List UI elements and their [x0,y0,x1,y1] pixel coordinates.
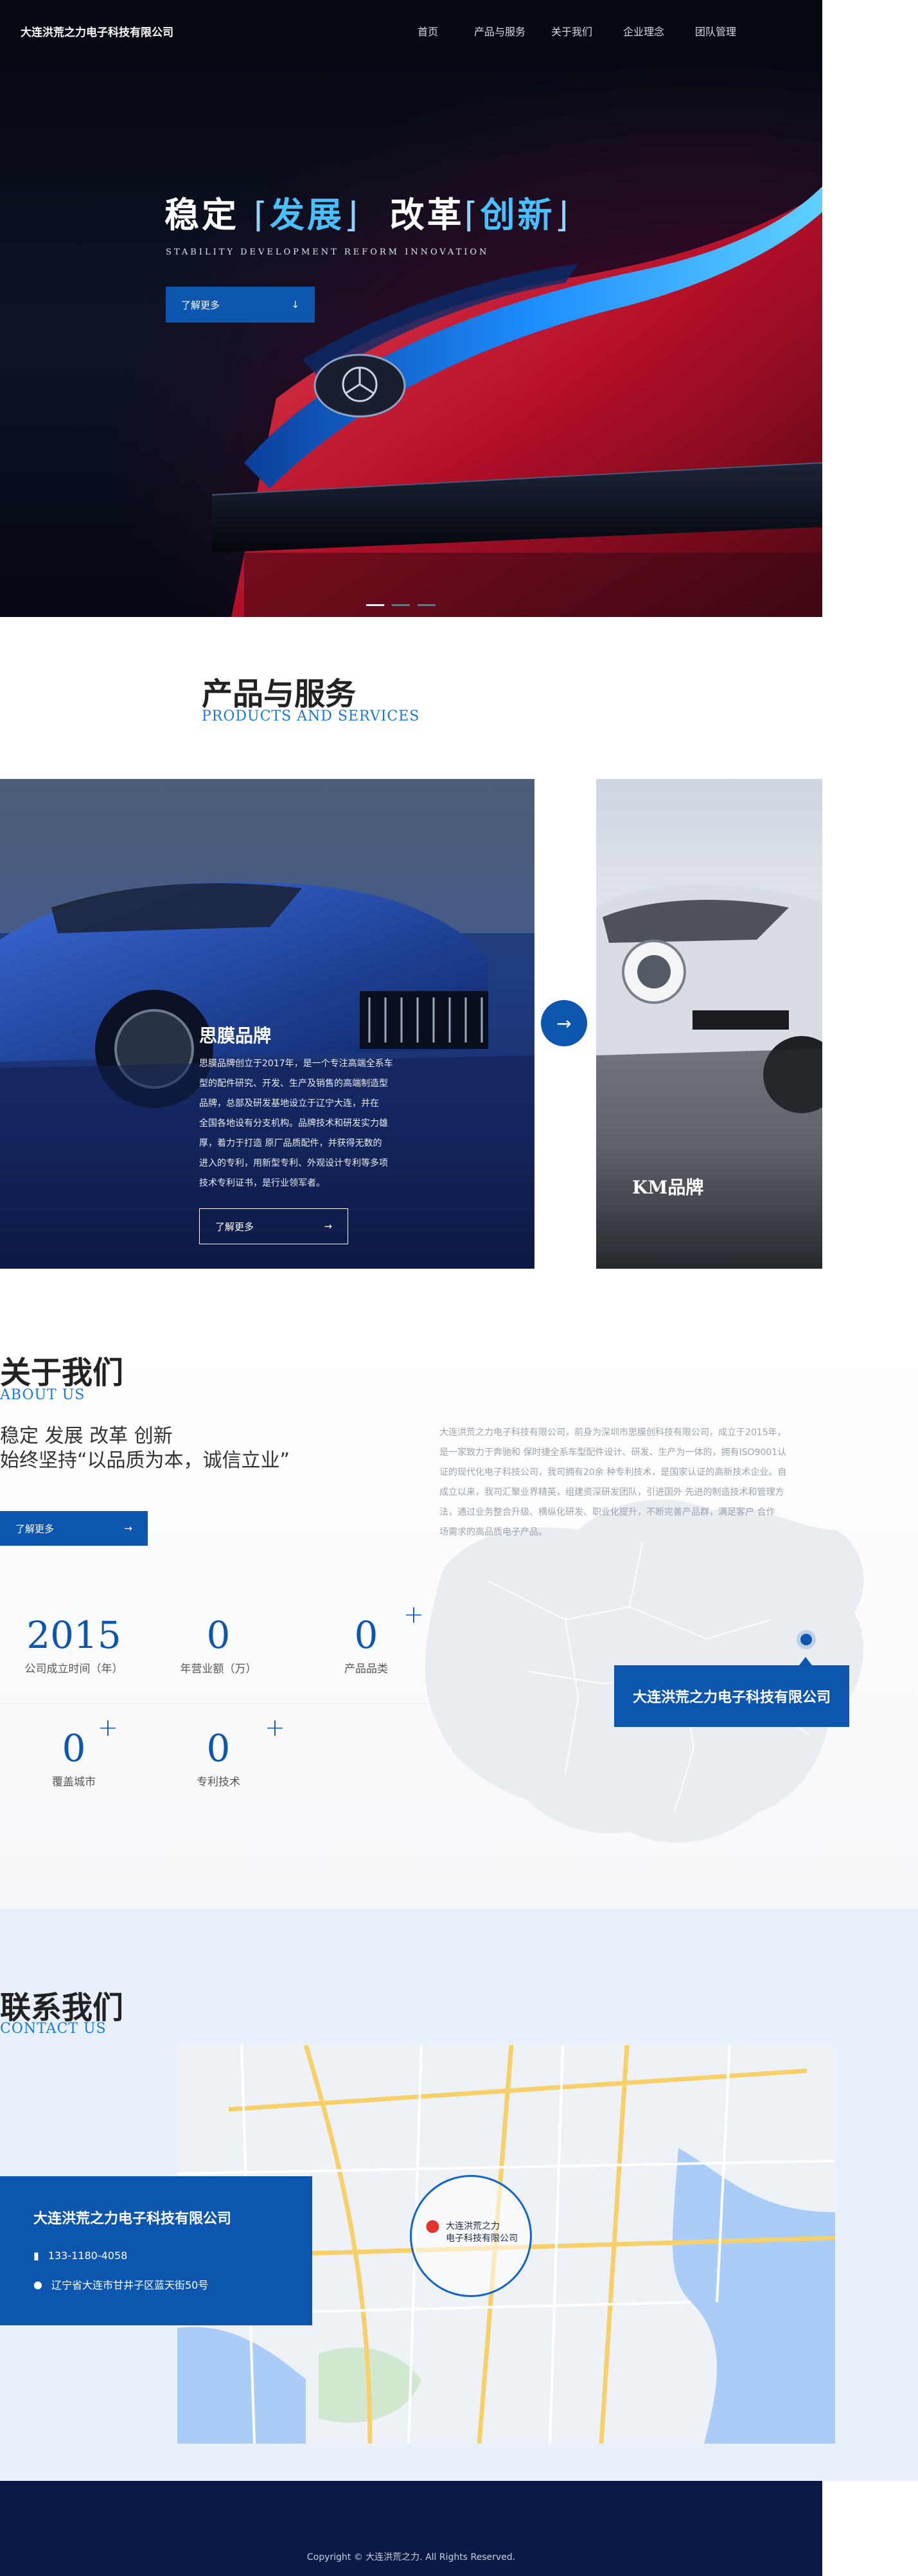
slider-dot[interactable] [366,604,384,606]
site-logo[interactable]: 大连洪荒之力电子科技有限公司 [21,23,173,39]
contact-subtitle: CONTACT US [0,2021,107,2037]
product-learn-more-label: 了解更多 [215,1221,254,1233]
map-marker-label-line: 电子科技有限公司 [446,2233,518,2244]
contact-phone[interactable]: 133-1180-4058 [48,2250,128,2262]
plus-icon: + [403,1600,424,1629]
products-subtitle: PRODUCTS AND SERVICES [202,708,420,724]
phone-icon: ▮ [33,2250,39,2262]
hero-banner: 大连洪荒之力电子科技有限公司 首页 产品与服务 关于我们 企业理念 团队管理 稳… [0,0,822,617]
contact-phone-row: ▮ 133-1180-4058 [33,2250,127,2262]
plus-icon: + [265,1713,285,1742]
hero-title-word-4: 创新 [480,195,555,235]
contact-address: 辽宁省大连市甘井子区蓝天街50号 [51,2279,209,2291]
hero-learn-more-label: 了解更多 [181,299,220,311]
contact-address-row: ● 辽宁省大连市甘井子区蓝天街50号 [33,2276,208,2292]
nav-home[interactable]: 首页 [392,23,464,39]
nav-philosophy[interactable]: 企业理念 [608,23,680,39]
about-learn-more-label: 了解更多 [15,1523,55,1535]
location-icon: ● [33,2278,42,2291]
map-marker-label-line: 大连洪荒之力 [446,2221,500,2232]
product-learn-more-button[interactable]: 了解更多 → [199,1208,348,1244]
hero-tagline: STABILITY DEVELOPMENT REFORM INNOVATION [166,247,490,257]
hero-title-word-2: 发展 [269,195,344,235]
nav-products[interactable]: 产品与服务 [464,23,536,39]
contact-company-name: 大连洪荒之力电子科技有限公司 [33,2211,232,2227]
hero-title: 稳定 ⌈发展⌋ 改革⌈创新⌋ [164,195,571,235]
stat-cities: 0 覆盖城市 [0,1726,148,1789]
hero-title-word-1: 稳定 [164,195,239,235]
stat-label: 覆盖城市 [52,1776,96,1789]
product-car-image [596,884,822,1269]
stat-label: 产品品类 [344,1663,388,1676]
products-title: 产品与服务 [202,676,357,712]
product-desc-line: 型的配件研究、开发、生产及销售的高端制造型 [199,1078,388,1089]
stat-value: 0 [206,1613,231,1657]
slider-dot[interactable] [418,604,436,606]
stat-revenue: 0 年营业额（万） [148,1613,289,1676]
product-desc-line: 品牌，总部及研发基地设立于辽宁大连，并在 [199,1098,379,1109]
about-title: 关于我们 [0,1355,124,1391]
about-desc-line: 证的现代化电子科技公司，我司拥有20余 种专利技术，是国家认证的高新技术企业。自 [439,1467,787,1478]
about-description: 大连洪荒之力电子科技有限公司，前身为深圳市思膜创科技有限公司，成立于2015年，… [439,1423,883,1543]
about-slogan: 稳定 发展 改革 创新 始终坚持“以品质为本，诚信立业” [0,1424,290,1473]
next-slide-button[interactable]: → [541,1000,587,1046]
arrow-down-icon: ↓ [291,299,299,310]
nav-team[interactable]: 团队管理 [680,23,752,39]
arrow-right-icon: → [324,1221,332,1232]
stat-label: 专利技术 [197,1776,240,1789]
plus-icon: + [98,1713,118,1742]
product-desc-line: 思膜品牌创立于2017年，是一个专注高端全系车 [199,1059,393,1069]
product-card-title: 思膜品牌 [199,1025,272,1046]
map-location-dot[interactable] [800,1634,812,1645]
about-learn-more-button[interactable]: 了解更多 → [0,1511,148,1546]
slider-dots [366,604,436,606]
hero-learn-more-button[interactable]: 了解更多 ↓ [166,287,315,323]
stat-label: 公司成立时间（年） [24,1663,123,1676]
nav-about[interactable]: 关于我们 [536,23,608,39]
about-subtitle: ABOUT US [0,1387,85,1403]
about-desc-line: 场需求的高品质电子产品。 [439,1527,547,1537]
product-card-title: KM品牌 [632,1177,704,1198]
stat-value: 2015 [26,1613,121,1657]
map-tag-pointer [799,1657,812,1665]
product-desc-line: 进入的专利，用新型专利、外观设计专利等多项 [199,1158,388,1168]
product-card-simo[interactable]: 思膜品牌 思膜品牌创立于2017年，是一个专注高端全系车 型的配件研究、开发、生… [0,779,534,1269]
arrow-right-icon: → [556,1012,572,1034]
stat-value: 0 [62,1726,86,1770]
stat-label: 年营业额（万） [180,1663,257,1676]
about-slogan-line: 始终坚持“以品质为本，诚信立业” [0,1449,290,1472]
product-card-km[interactable]: KM品牌 [596,779,822,1269]
about-desc-line: 法，通过业务整合升级、横纵化研发、职业化提升，不断完善产品群，满足客户 合作 [439,1507,775,1517]
about-desc-line: 是一家致力于奔驰和 保时捷全系车型配件设计、研发、生产为一体的，拥有ISO900… [439,1447,787,1458]
site-footer: Copyright © 大连洪荒之力. All Rights Reserved. [0,2481,822,2576]
product-card-description: 思膜品牌创立于2017年，是一个专注高端全系车 型的配件研究、开发、生产及销售的… [199,1054,430,1194]
map-company-tag: 大连洪荒之力电子科技有限公司 [614,1665,849,1727]
arrow-right-icon: → [124,1523,132,1534]
about-slogan-line: 稳定 发展 改革 创新 [0,1425,173,1447]
product-desc-line: 厚，着力于打造 原厂品质配件，并获得无数的 [199,1138,382,1149]
map-pin-icon[interactable]: ● [425,2216,440,2235]
product-desc-line: 全国各地设有分支机构。品牌技术和研发实力雄 [199,1118,388,1129]
footer-copyright: Copyright © 大连洪荒之力. All Rights Reserved. [306,2552,516,2563]
stat-founded: 2015 公司成立时间（年） [0,1613,148,1676]
slider-dot[interactable] [392,604,410,606]
map-marker-label: 大连洪荒之力 电子科技有限公司 [446,2221,518,2245]
contact-card: 大连洪荒之力电子科技有限公司 ▮ 133-1180-4058 ● 辽宁省大连市甘… [0,2176,312,2325]
main-nav: 首页 产品与服务 关于我们 企业理念 团队管理 [392,23,752,39]
stats-divider [0,1703,450,1704]
about-desc-line: 成立以来，我司汇聚业界精英，组建资深研发团队，引进国外 先进的制造技术和管理方 [439,1487,784,1498]
about-desc-line: 大连洪荒之力电子科技有限公司，前身为深圳市思膜创科技有限公司，成立于2015年， [439,1427,786,1438]
product-desc-line: 技术专利证书，是行业领军者。 [199,1178,325,1188]
hero-car-image [211,186,822,617]
hero-title-word-3: 改革 [389,195,464,235]
